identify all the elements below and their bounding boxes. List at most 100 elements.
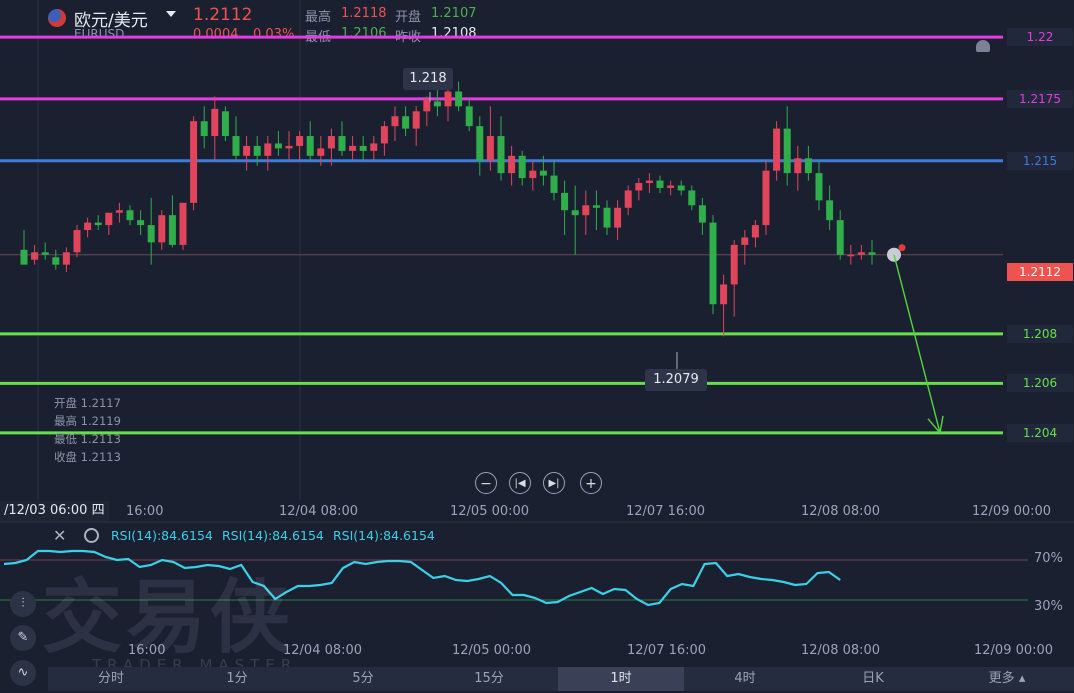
- scroll-end-button[interactable]: ▶|: [543, 472, 565, 494]
- candle-body: [518, 155, 526, 179]
- candle-body: [592, 205, 600, 208]
- draw-pen-icon[interactable]: ✎: [10, 625, 36, 651]
- forecast-arrow-head-icon: [927, 415, 944, 435]
- level-label: 1.208: [1007, 324, 1073, 343]
- candle-body: [433, 101, 441, 107]
- scroll-start-button[interactable]: |◀: [509, 472, 531, 494]
- indicator-icon[interactable]: ∿: [10, 660, 36, 686]
- candle-body: [645, 180, 653, 184]
- candle-body: [317, 148, 325, 156]
- chevron-up-icon: ▴: [1018, 671, 1026, 686]
- candle-body: [508, 155, 516, 174]
- candle-body: [444, 91, 452, 107]
- level-label: 1.204: [1007, 423, 1073, 442]
- tab-timeshare[interactable]: 分时: [48, 667, 174, 691]
- candle-body: [539, 170, 547, 176]
- candle-body: [529, 170, 537, 179]
- candle-body: [211, 108, 219, 137]
- candle-body: [370, 143, 378, 151]
- candle-body: [751, 225, 759, 238]
- rsi-label: RSI(14):84.6154: [222, 528, 324, 543]
- candle-body: [497, 136, 505, 174]
- candle-body: [179, 202, 187, 245]
- candle-body: [635, 183, 643, 191]
- x-tick: 12/09 00:00: [972, 504, 1052, 519]
- candle-body: [688, 190, 696, 206]
- indicator-settings-icon[interactable]: [84, 528, 99, 543]
- candle-body: [31, 252, 39, 260]
- rsi-x-tick: 12/05 00:00: [452, 643, 532, 658]
- candle-body: [603, 207, 611, 228]
- rsi-label: RSI(14):84.6154: [111, 528, 213, 543]
- candle-body: [232, 136, 240, 156]
- candle-body: [741, 237, 749, 245]
- candle-body: [667, 185, 675, 188]
- candle-body: [105, 212, 113, 226]
- tab-15m[interactable]: 15分: [426, 667, 552, 691]
- rsi-level-high: 70%: [1034, 551, 1063, 566]
- candle-body: [677, 185, 685, 191]
- x-tick: 12/07 16:00: [626, 504, 706, 519]
- tab-4h[interactable]: 4时: [682, 667, 808, 691]
- candle-body: [52, 257, 60, 265]
- tab-1m[interactable]: 1分: [174, 667, 300, 691]
- forecast-arrow-line: [893, 254, 941, 434]
- candle-body: [783, 128, 791, 174]
- candle-body: [582, 205, 590, 216]
- tab-more[interactable]: 更多 ▴: [944, 667, 1070, 691]
- watermark-logo: 交易侠: [42, 571, 294, 664]
- candle-body: [380, 126, 388, 144]
- candle-body: [709, 222, 717, 305]
- info-marker-icon: [887, 247, 901, 262]
- close-indicator-icon[interactable]: ✕: [53, 526, 66, 545]
- candle-body: [614, 207, 622, 228]
- candle-body: [126, 210, 134, 221]
- candle-body: [836, 220, 844, 255]
- crosshair-time-label: /12/03 06:00 四: [0, 501, 109, 521]
- candle-body: [773, 128, 781, 171]
- alert-bell-icon[interactable]: [976, 40, 990, 52]
- candle-body: [168, 215, 176, 245]
- candle-body: [41, 252, 49, 255]
- rsi-x-tick: 12/07 16:00: [627, 643, 707, 658]
- candle-body: [158, 215, 166, 243]
- candle-body: [698, 205, 706, 223]
- ohlc-open: 开盘 1.2117: [54, 396, 121, 410]
- candle-body: [486, 136, 494, 161]
- candle-body: [847, 254, 855, 257]
- candle-body: [20, 249, 28, 265]
- candle-body: [264, 143, 272, 156]
- candle-body: [200, 121, 208, 137]
- current-price-tag: 1.2112: [1007, 263, 1073, 281]
- timeframe-tabs: 分时 1分 5分 15分 1时 4时 日K 更多 ▴: [48, 667, 1074, 691]
- candle-body: [285, 145, 293, 149]
- candle-body: [656, 180, 664, 188]
- candle-body: [412, 111, 420, 129]
- zoom-out-button[interactable]: −: [475, 472, 497, 494]
- candle-body: [62, 252, 70, 265]
- candle-body: [804, 158, 812, 174]
- candle-body: [391, 116, 399, 127]
- candle-type-icon[interactable]: ⫶: [10, 591, 36, 617]
- tab-daily[interactable]: 日K: [810, 667, 936, 691]
- candle-body: [762, 170, 770, 226]
- candle-body: [826, 200, 834, 221]
- candle-body: [190, 121, 198, 203]
- candle-body: [73, 230, 81, 253]
- candle-body: [550, 175, 558, 193]
- candle-body: [455, 91, 463, 107]
- candle-body: [815, 173, 823, 201]
- candle-body: [243, 145, 251, 156]
- candle-body: [137, 220, 145, 226]
- candle-body: [296, 136, 304, 146]
- candle-body: [857, 252, 865, 255]
- candle-body: [327, 136, 335, 149]
- tab-more-label: 更多: [988, 671, 1015, 686]
- candle-body: [115, 210, 123, 213]
- candle-body: [561, 192, 569, 211]
- zoom-in-button[interactable]: +: [580, 472, 602, 494]
- tab-5m[interactable]: 5分: [300, 667, 426, 691]
- level-label: 1.206: [1007, 374, 1073, 393]
- tab-1h[interactable]: 1时: [558, 667, 684, 691]
- candle-body: [253, 145, 261, 156]
